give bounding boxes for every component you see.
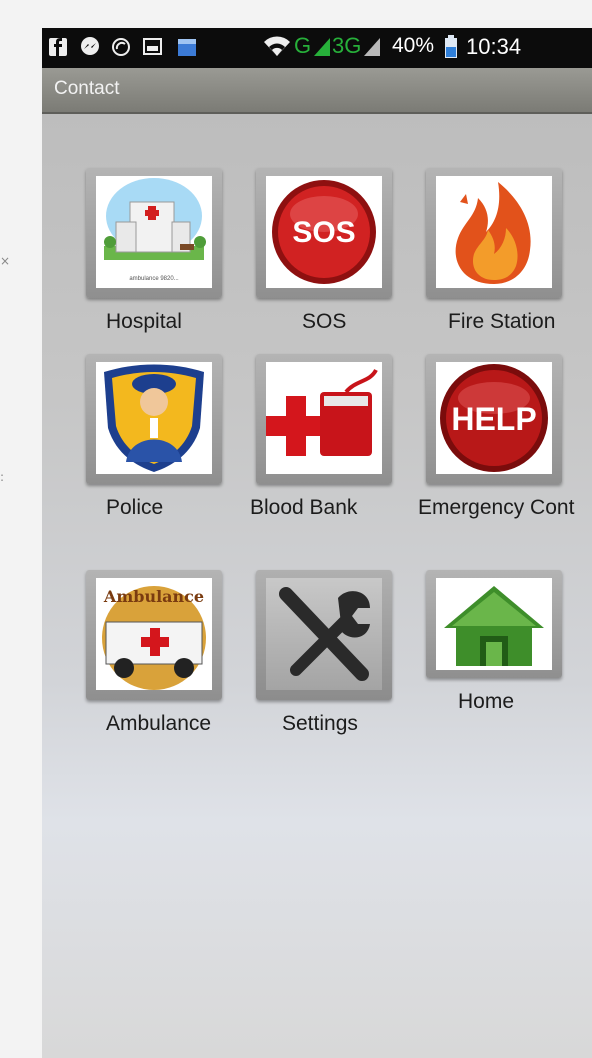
page-title: Contact <box>54 78 120 99</box>
tools-icon <box>279 587 370 681</box>
facebook-icon <box>49 38 67 56</box>
background-mark: : <box>0 470 5 484</box>
help-icon: HELP <box>440 364 548 472</box>
ambulance-button[interactable]: Ambulance <box>86 570 222 700</box>
hospital-icon: ambulance 9820... <box>104 178 206 282</box>
sos-label: SOS <box>302 310 347 333</box>
home-button[interactable] <box>426 570 562 678</box>
settings-button[interactable] <box>256 570 392 700</box>
clock: 10:34 <box>466 34 522 59</box>
calendar-icon <box>178 39 196 56</box>
battery-percent: 40% <box>392 34 435 57</box>
hospital-button[interactable]: ambulance 9820... <box>86 168 222 298</box>
police-button[interactable] <box>86 354 222 484</box>
contact-grid: ambulance 9820... Hospital SOS SOS Fire … <box>42 114 592 1058</box>
fire-icon <box>455 182 531 284</box>
signal-icon <box>364 38 380 56</box>
police-icon <box>104 364 204 472</box>
signal-icon <box>314 38 330 56</box>
phone-screen: G 3G 40% 10:34 Contact ambulance 9820...… <box>42 28 592 1058</box>
emergency-contact-label: Emergency Cont <box>418 496 575 519</box>
sos-icon: SOS <box>272 180 376 284</box>
gallery-icon <box>143 38 162 55</box>
blood-bank-icon <box>266 368 378 456</box>
ambulance-label: Ambulance <box>106 712 212 735</box>
app-bar: Contact <box>42 68 592 114</box>
network-g-label: G <box>294 33 312 58</box>
status-bar: G 3G 40% 10:34 <box>42 28 592 68</box>
background-mark: × <box>0 254 11 268</box>
wifi-icon <box>264 36 290 56</box>
hospital-caption: ambulance 9820... <box>129 276 179 282</box>
fire-station-button[interactable] <box>426 168 562 298</box>
sync-icon <box>112 38 130 56</box>
hospital-label: Hospital <box>106 310 182 333</box>
ambulance-icon: Ambulance <box>102 586 206 690</box>
help-glyph: HELP <box>451 401 536 437</box>
sos-button[interactable]: SOS <box>256 168 392 298</box>
network-3g-label: 3G <box>332 33 362 58</box>
home-label: Home <box>458 690 515 713</box>
battery-icon <box>445 35 457 58</box>
blood-bank-button[interactable] <box>256 354 392 484</box>
emergency-contact-button[interactable]: HELP <box>426 354 562 484</box>
messenger-icon <box>81 37 99 55</box>
sos-glyph: SOS <box>292 216 355 249</box>
fire-station-label: Fire Station <box>448 310 556 333</box>
police-label: Police <box>106 496 164 519</box>
settings-label: Settings <box>282 712 358 735</box>
blood-bank-label: Blood Bank <box>250 496 358 519</box>
home-icon <box>444 586 544 666</box>
ambulance-glyph: Ambulance <box>103 587 204 606</box>
